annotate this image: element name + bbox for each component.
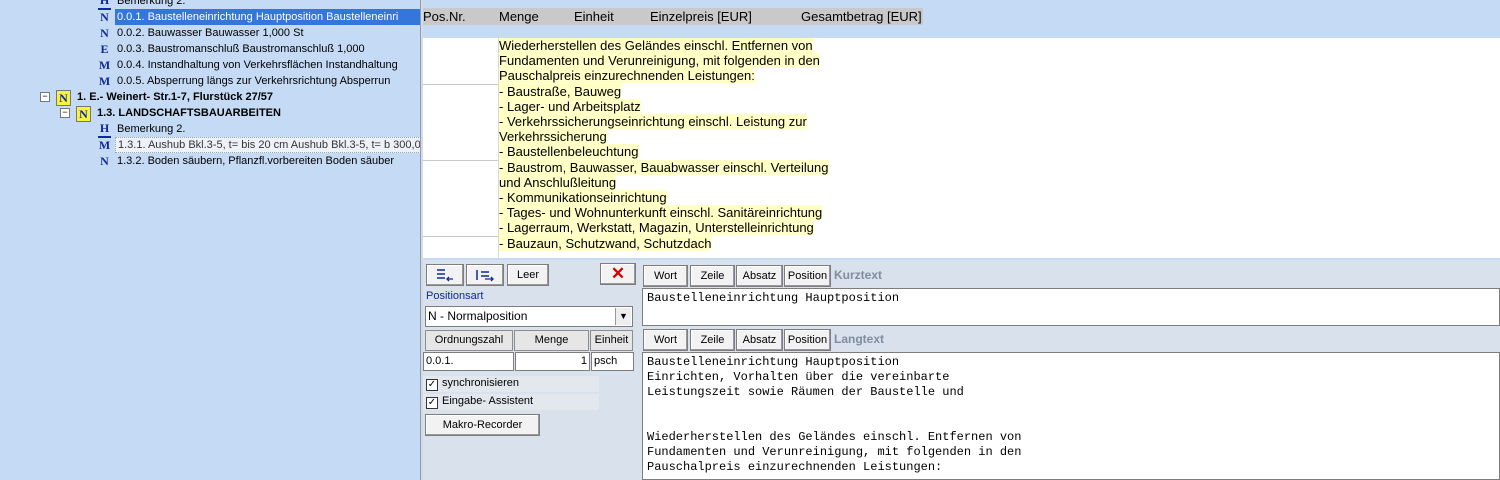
kurztext-title: Kurztext — [834, 268, 883, 282]
tree-row-label: Bemerkung 2. — [117, 123, 186, 135]
sync-label: synchronisieren — [442, 377, 520, 389]
tree-row-0-0-4[interactable]: M 0.0.4. Instandhaltung von Verkehrsfläc… — [98, 57, 420, 73]
tree-row-bemerkung[interactable]: H Bemerkung 2. — [98, 0, 418, 10]
tree-row-label: 0.0.2. Bauwasser Bauwasser 1,000 St — [117, 27, 304, 39]
positionsart-value: N - Normalposition — [428, 309, 528, 323]
print-preview: Pos.Nr. Menge Einheit Einzelpreis [EUR] … — [423, 0, 1500, 258]
assist-row[interactable]: ✓ Eingabe- Assistent — [423, 394, 599, 410]
langtext-title: Langtext — [834, 332, 885, 346]
kurztext-zeile-button[interactable]: Zeile — [690, 265, 735, 287]
makro-recorder-button[interactable]: Makro-Recorder — [425, 414, 540, 436]
collapse-toggle-icon[interactable]: − — [40, 92, 50, 102]
tree-row-label: 0.0.3. Baustromanschluß Baustromanschluß… — [117, 43, 365, 55]
preview-line: - Baustrom, Bauwasser, Bauabwasser einsc… — [499, 159, 829, 175]
normalposition-icon: N — [100, 10, 109, 24]
col-gesamtbetrag: Gesamtbetrag [EUR] — [801, 9, 922, 24]
col-einzelpreis: Einzelpreis [EUR] — [650, 9, 752, 24]
tree-row-label: 1. E.- Weinert- Str.1-7, Flurstück 27/57 — [77, 91, 274, 103]
einheit-input[interactable]: psch — [591, 352, 634, 371]
ordnungszahl-input[interactable]: 0.0.1. — [423, 352, 514, 371]
tree-row-0-0-3[interactable]: E 0.0.3. Baustromanschluß Baustromanschl… — [98, 41, 420, 57]
preview-body: Wiederherstellen des Geländes einschl. E… — [423, 38, 1500, 258]
leer-button[interactable]: Leer — [507, 264, 549, 286]
row-divider — [423, 236, 498, 237]
menge-input[interactable]: 1 — [515, 352, 590, 371]
preview-line: - Lagerraum, Werkstatt, Magazin, Unterst… — [499, 220, 814, 236]
collapse-toggle-icon[interactable]: − — [60, 108, 70, 118]
assist-checkbox[interactable]: ✓ — [426, 397, 438, 409]
editor-panel: Leer ✕ Positionsart N - Normalposition ▼… — [423, 260, 1500, 480]
normalposition-icon: N — [100, 26, 109, 40]
einheit-header: Einheit — [590, 330, 633, 351]
indent-right-button[interactable] — [466, 264, 504, 286]
tree-row-label: 1.3.2. Boden säubern, Pflanzfl.vorbereit… — [117, 155, 395, 167]
close-icon[interactable]: ✕ — [600, 263, 636, 285]
sync-checkbox[interactable]: ✓ — [426, 379, 438, 391]
positionsart-label: Positionsart — [426, 290, 484, 302]
mengenposition-icon: M — [98, 58, 111, 72]
tree-row-label: 0.0.1. Baustelleneinrichtung Hauptpositi… — [115, 9, 420, 25]
tree-row-0-0-2[interactable]: N 0.0.2. Bauwasser Bauwasser 1,000 St — [98, 25, 420, 41]
col-menge: Menge — [499, 9, 539, 24]
row-divider — [423, 84, 498, 85]
preview-line: Verkehrssicherung — [499, 129, 607, 145]
langtext-absatz-button[interactable]: Absatz — [736, 329, 783, 351]
preview-line: Fundamenten und Verunreinigung, mit folg… — [499, 53, 820, 69]
preview-line: - Tages- und Wohnunterkunft einschl. San… — [499, 205, 823, 221]
preview-line: Pauschalpreis einzurechnenden Leistungen… — [499, 68, 755, 84]
preview-line: Wiederherstellen des Geländes einschl. E… — [499, 38, 813, 53]
tree-row-label: Bemerkung 2. — [117, 0, 186, 7]
preview-line: - Baustellenbeleuchtung — [499, 144, 639, 160]
indent-right-icon — [476, 270, 494, 282]
menge-header: Menge — [514, 330, 589, 351]
preview-line: - Lager- und Arbeitsplatz — [499, 98, 641, 114]
tree-row-label: 1.3. LANDSCHAFTSBAUARBEITEN — [97, 107, 281, 119]
tree-row-1-3[interactable]: − N 1.3. LANDSCHAFTSBAUARBEITEN — [60, 105, 420, 122]
preview-line: und Anschlußleitung — [499, 174, 617, 190]
kurztext-absatz-button[interactable]: Absatz — [736, 265, 783, 287]
folder-n-icon: N — [76, 106, 91, 122]
kurztext-textarea[interactable]: Baustelleneinrichtung Hauptposition — [642, 288, 1500, 326]
langtext-position-button[interactable]: Position — [784, 329, 831, 351]
langtext-wort-button[interactable]: Wort — [643, 329, 688, 351]
col-posnr: Pos.Nr. — [423, 9, 466, 24]
indent-left-icon — [437, 269, 453, 282]
position-tree[interactable]: H Bemerkung 2. N 0.0.1. Baustelleneinric… — [0, 0, 420, 480]
assist-label: Eingabe- Assistent — [442, 395, 534, 407]
kurztext-position-button[interactable]: Position — [784, 265, 831, 287]
col-einheit: Einheit — [574, 9, 614, 24]
tree-row-label: 0.0.4. Instandhaltung von Verkehrsfläche… — [117, 59, 398, 71]
positionsart-select[interactable]: N - Normalposition ▼ — [425, 306, 633, 327]
preview-line: - Bauzaun, Schutzwand, Schutzdach — [499, 235, 712, 251]
preview-langtext: Wiederherstellen des Geländes einschl. E… — [499, 38, 919, 251]
tree-row-1[interactable]: − N 1. E.- Weinert- Str.1-7, Flurstück 2… — [40, 89, 420, 106]
chevron-down-icon[interactable]: ▼ — [615, 308, 631, 325]
folder-n-icon: N — [56, 90, 71, 106]
tree-row-0-0-5[interactable]: M 0.0.5. Absperrung längs zur Verkehrsri… — [98, 73, 420, 89]
preview-line: - Baustraße, Bauweg — [499, 83, 622, 99]
sync-row[interactable]: ✓ synchronisieren — [423, 376, 599, 392]
preview-header: Pos.Nr. Menge Einheit Einzelpreis [EUR] … — [423, 8, 923, 25]
kurztext-wort-button[interactable]: Wort — [643, 265, 688, 287]
normalposition-icon: N — [100, 154, 109, 168]
mengenposition-icon: M — [98, 74, 111, 88]
tree-row-label: 0.0.5. Absperrung längs zur Verkehrsrich… — [117, 75, 391, 87]
langtext-zeile-button[interactable]: Zeile — [690, 329, 735, 351]
tree-row-1-3-1[interactable]: M 1.3.1. Aushub Bkl.3-5, t= bis 20 cm Au… — [98, 137, 420, 153]
row-divider — [423, 160, 498, 161]
eventualposition-icon: E — [100, 42, 109, 56]
tree-row-label-hover: 1.3.1. Aushub Bkl.3-5, t= bis 20 cm Aush… — [115, 137, 420, 153]
tree-row-0-0-1[interactable]: N 0.0.1. Baustelleneinrichtung Hauptposi… — [98, 9, 420, 25]
tree-row-bemerkung-2[interactable]: H Bemerkung 2. — [98, 121, 420, 138]
langtext-textarea[interactable]: Baustelleneinrichtung Hauptposition Einr… — [642, 352, 1500, 480]
bemerkung-icon: H — [98, 122, 111, 138]
preview-line: - Verkehrssicherungseinrichtung einschl.… — [499, 114, 807, 130]
ordnungszahl-header: Ordnungszahl — [425, 330, 513, 351]
preview-line: - Kommunikationseinrichtung — [499, 190, 667, 206]
tree-row-1-3-2[interactable]: N 1.3.2. Boden säubern, Pflanzfl.vorbere… — [98, 153, 420, 169]
mengenposition-icon: M — [98, 138, 111, 152]
indent-left-button[interactable] — [426, 264, 464, 286]
